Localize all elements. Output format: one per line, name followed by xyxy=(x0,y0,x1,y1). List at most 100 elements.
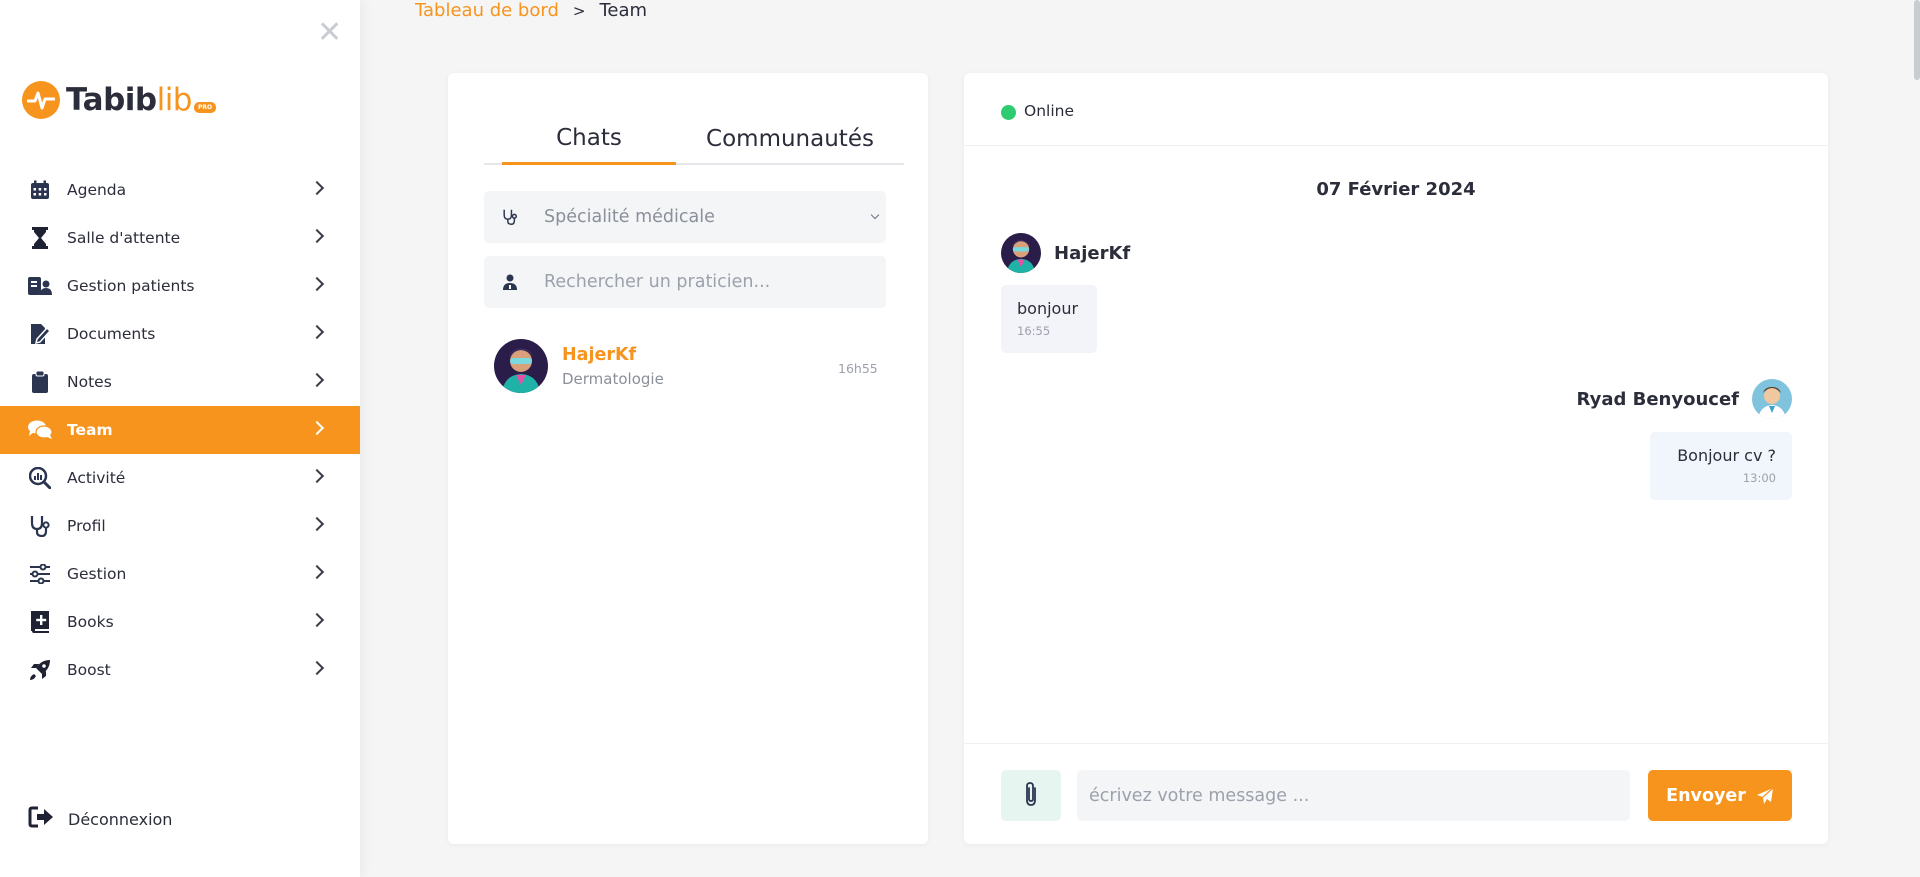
sidebar-item-gestion[interactable]: Gestion xyxy=(0,550,360,598)
chat-time: 16h55 xyxy=(838,361,878,376)
logout-icon xyxy=(28,806,54,832)
avatar xyxy=(1752,379,1792,419)
message-bubble-outgoing: Bonjour cv ? 13:00 xyxy=(1650,432,1792,500)
sidebar-item-label: Activité xyxy=(67,469,126,487)
avatar xyxy=(494,339,548,393)
chevron-right-icon xyxy=(309,516,325,532)
chevron-right-icon xyxy=(309,228,325,244)
breadcrumb-current: Team xyxy=(599,0,648,21)
send-button-label: Envoyer xyxy=(1666,785,1746,806)
message-time: 16:55 xyxy=(1017,324,1051,338)
chevron-right-icon xyxy=(309,468,325,484)
chat-list-item[interactable]: HajerKf Dermatologie 16h55 xyxy=(494,339,894,395)
sidebar-item-label: Notes xyxy=(67,373,112,391)
message-time: 13:00 xyxy=(1742,471,1776,485)
patient-card-icon xyxy=(28,274,52,298)
breadcrumb-dashboard-link[interactable]: Tableau de bord xyxy=(415,0,559,21)
sidebar-item-documents[interactable]: Documents xyxy=(0,310,360,358)
online-status-dot xyxy=(1001,105,1016,120)
send-button[interactable]: Envoyer xyxy=(1648,770,1792,821)
sidebar-item-label: Profil xyxy=(67,517,106,535)
comments-icon xyxy=(28,418,52,442)
message-bubble-incoming: bonjour 16:55 xyxy=(1001,285,1097,353)
sidebar-item-label: Agenda xyxy=(67,181,127,199)
chat-tabs: Chats Communautés xyxy=(484,113,904,165)
chevron-down-icon xyxy=(870,210,880,220)
message-text: Bonjour cv ? xyxy=(1677,446,1776,465)
sidebar-item-boost[interactable]: Boost xyxy=(0,646,360,694)
chevron-right-icon xyxy=(309,276,325,292)
logo[interactable]: Tabiblib PRO xyxy=(22,80,217,120)
sender-name: HajerKf xyxy=(1054,242,1131,264)
logout-label: Déconnexion xyxy=(68,809,173,829)
document-edit-icon xyxy=(28,322,52,346)
sidebar-item-patients[interactable]: Gestion patients xyxy=(0,262,360,310)
search-practitioner-input[interactable] xyxy=(544,272,864,292)
sidebar: ✕ Tabiblib PRO Agenda Salle d'attente Ge… xyxy=(0,0,360,877)
conversation-header: Online xyxy=(964,73,1828,146)
logo-pro-badge: PRO xyxy=(193,101,217,113)
search-practitioner-field xyxy=(484,256,886,308)
chevron-right-icon xyxy=(309,660,325,676)
tab-communities[interactable]: Communautés xyxy=(676,113,904,165)
sidebar-item-books[interactable]: Books xyxy=(0,598,360,646)
sidebar-item-label: Gestion patients xyxy=(67,277,195,295)
clipboard-icon xyxy=(28,370,52,394)
logo-mark-icon xyxy=(22,81,60,119)
specialty-select-value: Spécialité médicale xyxy=(544,207,715,227)
chat-list-panel: Chats Communautés Spécialité médicale Ha… xyxy=(448,73,928,844)
message-composer: Envoyer xyxy=(964,743,1828,844)
breadcrumb-separator: > xyxy=(572,1,586,20)
message-sender: HajerKf xyxy=(1001,233,1130,273)
calendar-icon xyxy=(28,178,52,202)
sidebar-item-label: Salle d'attente xyxy=(67,229,181,247)
sidebar-nav: Agenda Salle d'attente Gestion patients … xyxy=(0,166,360,694)
sidebar-item-label: Boost xyxy=(67,661,111,679)
sidebar-item-agenda[interactable]: Agenda xyxy=(0,166,360,214)
tab-chats[interactable]: Chats xyxy=(502,113,676,165)
date-separator: 07 Février 2024 xyxy=(1316,179,1476,200)
sidebar-item-waiting-room[interactable]: Salle d'attente xyxy=(0,214,360,262)
breadcrumb: Tableau de bord > Team xyxy=(415,0,647,21)
logout-button[interactable]: Déconnexion xyxy=(28,806,172,832)
avatar xyxy=(1001,233,1041,273)
message-text: bonjour xyxy=(1017,299,1079,318)
book-plus-icon xyxy=(28,610,52,634)
hourglass-icon xyxy=(28,226,52,250)
sidebar-item-notes[interactable]: Notes xyxy=(0,358,360,406)
paper-plane-icon xyxy=(1756,787,1774,805)
sliders-icon xyxy=(28,562,52,586)
sidebar-item-label: Team xyxy=(67,421,113,439)
attach-button[interactable] xyxy=(1001,770,1061,821)
rocket-icon xyxy=(28,658,52,682)
sidebar-item-label: Documents xyxy=(67,325,156,343)
conversation-panel: Online 07 Février 2024 HajerKf bonjour 1… xyxy=(964,73,1828,844)
sidebar-item-profile[interactable]: Profil xyxy=(0,502,360,550)
doctor-icon xyxy=(500,274,520,290)
sender-name: Ryad Benyoucef xyxy=(1576,388,1739,410)
specialty-select[interactable]: Spécialité médicale xyxy=(484,191,886,243)
message-input[interactable] xyxy=(1089,785,1619,806)
chevron-right-icon xyxy=(309,324,325,340)
sidebar-item-label: Books xyxy=(67,613,114,631)
chevron-right-icon xyxy=(309,420,325,436)
sidebar-item-activity[interactable]: Activité xyxy=(0,454,360,502)
paperclip-icon xyxy=(1023,781,1039,811)
chevron-right-icon xyxy=(309,180,325,196)
online-status-label: Online xyxy=(1024,102,1074,120)
stethoscope-icon xyxy=(28,514,52,538)
chat-contact-specialty: Dermatologie xyxy=(562,370,664,388)
chevron-right-icon xyxy=(309,612,325,628)
page-scrollbar[interactable] xyxy=(1914,0,1920,80)
close-sidebar-icon[interactable]: ✕ xyxy=(317,18,342,48)
logo-text: Tabiblib xyxy=(66,82,192,118)
sidebar-item-team[interactable]: Team xyxy=(0,406,360,454)
chart-search-icon xyxy=(28,466,52,490)
chevron-right-icon xyxy=(309,564,325,580)
chevron-right-icon xyxy=(309,372,325,388)
stethoscope-icon xyxy=(500,209,520,225)
sidebar-item-label: Gestion xyxy=(67,565,127,583)
message-sender: Ryad Benyoucef xyxy=(1577,379,1792,419)
chat-contact-name: HajerKf xyxy=(562,345,637,365)
message-input-field xyxy=(1077,770,1630,821)
